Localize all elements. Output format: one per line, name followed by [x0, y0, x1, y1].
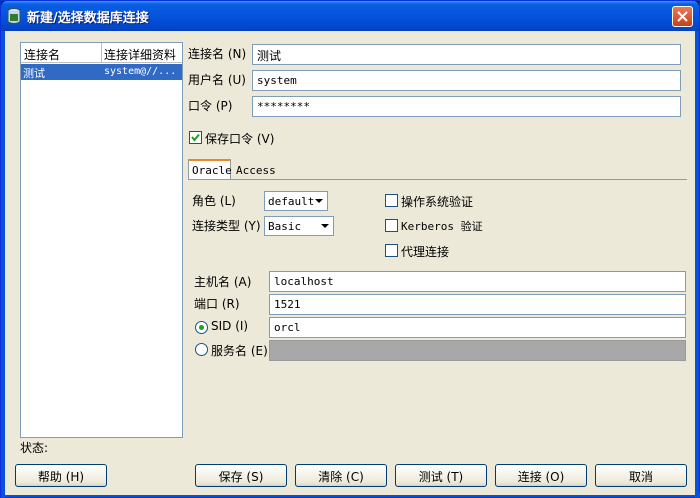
os-auth-checkbox[interactable] [385, 194, 398, 207]
save-password-checkbox[interactable] [189, 131, 202, 144]
sid-radio[interactable] [195, 321, 208, 334]
proxy-label[interactable]: 代理连接 [401, 243, 449, 260]
role-label: 角色 (L) [192, 194, 236, 208]
title-bar[interactable]: 新建/选择数据库连接 [1, 1, 699, 31]
port-input[interactable]: 1521 [269, 294, 686, 315]
clear-button[interactable]: 清除 (C) [295, 464, 387, 487]
role-select[interactable]: default [264, 191, 328, 211]
chevron-down-icon [321, 224, 329, 228]
dialog-body: 连接名 连接详细资料 测试 system@//... 状态: 连接名 (N) 测… [5, 31, 695, 495]
cancel-button[interactable]: 取消 [595, 464, 687, 487]
connection-row-details: system@//... [104, 66, 177, 77]
connection-row-name: 测试 [23, 67, 45, 80]
service-input [269, 340, 686, 361]
os-auth-label[interactable]: 操作系统验证 [401, 193, 473, 210]
proxy-checkbox[interactable] [385, 244, 398, 257]
test-button[interactable]: 测试 (T) [395, 464, 487, 487]
password-input[interactable]: ******** [252, 96, 681, 117]
save-button[interactable]: 保存 (S) [195, 464, 287, 487]
service-label[interactable]: 服务名 (E) [211, 342, 268, 359]
conn-type-label: 连接类型 (Y) [192, 219, 261, 233]
host-label: 主机名 (A) [194, 275, 252, 289]
conn-type-value: Basic [268, 220, 302, 233]
check-icon [191, 133, 200, 142]
status-label: 状态: [20, 441, 49, 455]
conn-name-input[interactable]: 测试 [252, 44, 681, 65]
database-icon [7, 8, 21, 24]
kerberos-label[interactable]: Kerberos 验证 [401, 218, 483, 234]
conn-type-select[interactable]: Basic [264, 216, 334, 236]
chevron-down-icon [315, 199, 323, 203]
kerberos-checkbox[interactable] [385, 219, 398, 232]
service-radio[interactable] [195, 343, 208, 356]
save-password-label[interactable]: 保存口令 (V) [205, 130, 274, 147]
password-label: 口令 (P) [188, 99, 233, 113]
tab-access[interactable]: Access [233, 161, 281, 181]
sid-label[interactable]: SID (I) [211, 319, 248, 333]
role-value: default [268, 195, 315, 208]
connection-list-header: 连接名 连接详细资料 [21, 43, 182, 63]
connect-button[interactable]: 连接 (O) [495, 464, 587, 487]
column-divider[interactable] [101, 43, 102, 63]
username-label: 用户名 (U) [188, 73, 246, 87]
close-button[interactable] [672, 6, 693, 27]
dialog-window: 新建/选择数据库连接 连接名 连接详细资料 测试 system@//... 状态… [0, 0, 700, 498]
port-label: 端口 (R) [194, 297, 240, 311]
tab-oracle[interactable]: Oracle [188, 159, 232, 179]
column-header-name[interactable]: 连接名 [24, 46, 60, 63]
radio-selected-dot [199, 325, 204, 330]
window-title: 新建/选择数据库连接 [27, 11, 149, 26]
sid-input[interactable]: orcl [269, 317, 686, 338]
window-frame [695, 31, 699, 498]
host-input[interactable]: localhost [269, 271, 686, 292]
username-input[interactable]: system [252, 70, 681, 91]
conn-name-label: 连接名 (N) [188, 47, 247, 61]
column-header-details[interactable]: 连接详细资料 [104, 46, 176, 63]
help-button[interactable]: 帮助 (H) [15, 464, 107, 487]
close-icon [677, 11, 688, 22]
connection-row[interactable]: 测试 system@//... [21, 64, 182, 80]
connection-list[interactable]: 连接名 连接详细资料 测试 system@//... [20, 42, 183, 438]
